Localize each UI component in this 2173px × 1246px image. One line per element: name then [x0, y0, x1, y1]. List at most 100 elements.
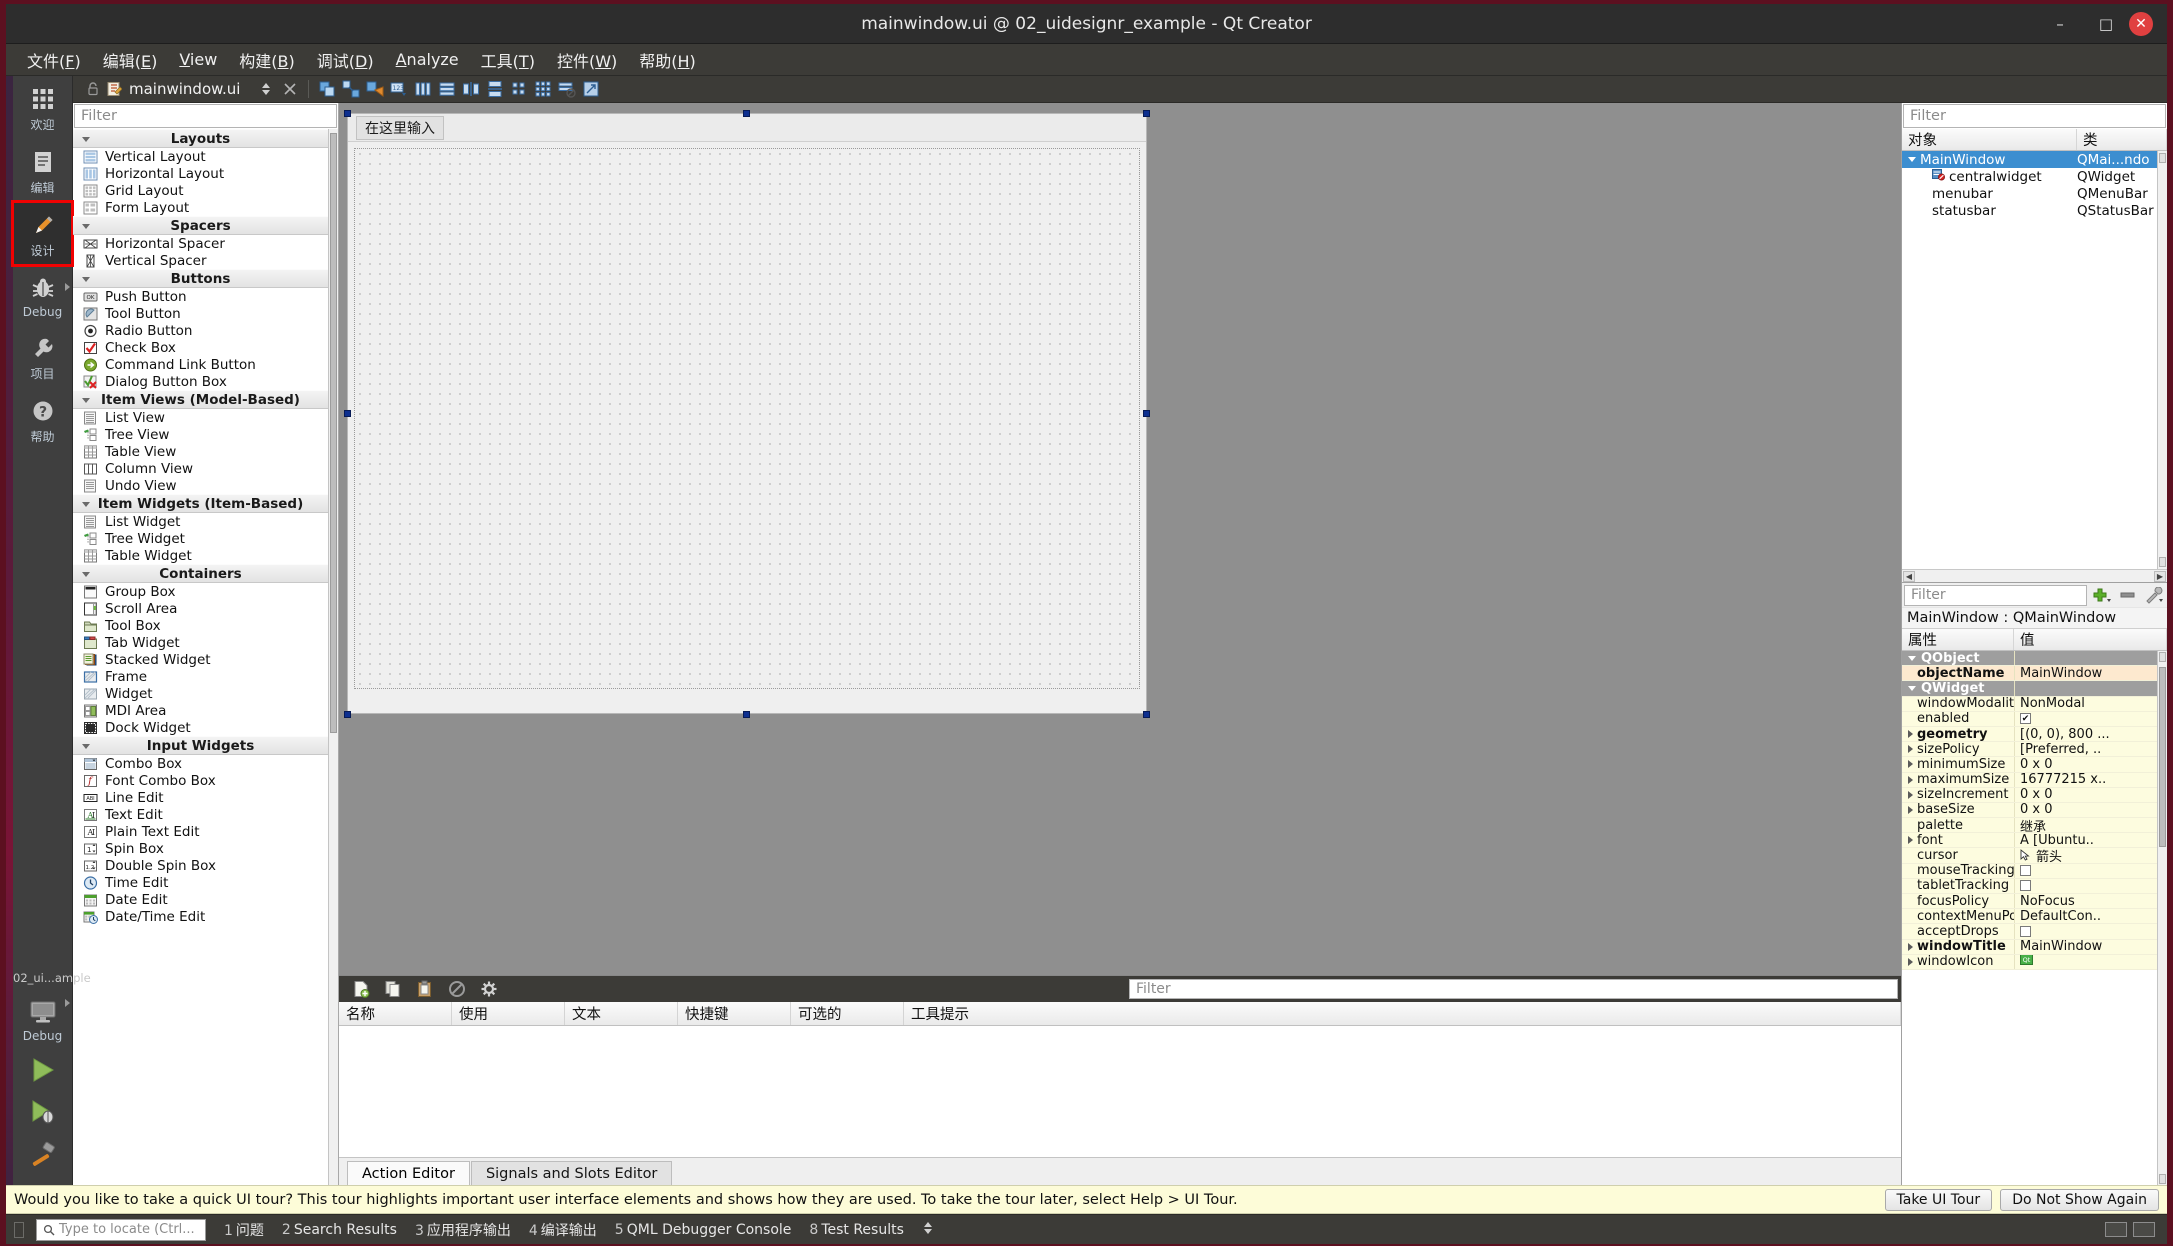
widget-item-horizontal-layout[interactable]: Horizontal Layout: [73, 165, 328, 182]
property-value-cell[interactable]: 0 x 0: [2014, 787, 2157, 802]
object-tree-scrollbar[interactable]: [2157, 151, 2167, 569]
property-row-acceptDrops[interactable]: acceptDrops: [1902, 924, 2157, 940]
property-row-QWidget[interactable]: QWidget: [1902, 681, 2157, 697]
form-centralwidget[interactable]: [354, 148, 1140, 689]
chevron-down-icon[interactable]: [1908, 157, 1916, 162]
property-editor-filter[interactable]: Filter: [1904, 584, 2087, 606]
mode-button-Debug[interactable]: Debug: [13, 265, 72, 325]
scroll-down-arrow[interactable]: [2159, 1174, 2166, 1184]
layout-splitter-horizontal-icon[interactable]: [460, 79, 482, 100]
action-column-header-0[interactable]: 名称: [339, 1002, 452, 1025]
scrollbar-thumb[interactable]: [330, 133, 337, 733]
edit-buddies-icon[interactable]: [364, 79, 386, 100]
paste-icon[interactable]: [414, 979, 436, 1000]
widget-item-vertical-layout[interactable]: Vertical Layout: [73, 148, 328, 165]
edit-action-icon[interactable]: [478, 979, 500, 1000]
menu-item-0[interactable]: 文件(F): [16, 44, 92, 76]
widget-item-stacked-widget[interactable]: Stacked Widget: [73, 651, 328, 668]
property-row-enabled[interactable]: enabled ✔: [1902, 711, 2157, 727]
widget-item-dock-widget[interactable]: Dock Widget: [73, 719, 328, 736]
widget-item-tree-widget[interactable]: Tree Widget: [73, 530, 328, 547]
widget-category-item-views-model-based[interactable]: Item Views (Model-Based): [73, 390, 328, 409]
sidebar-toggle-icon[interactable]: [14, 1221, 24, 1238]
chevron-down-icon[interactable]: [1908, 685, 1916, 691]
widget-item-horizontal-spacer[interactable]: Horizontal Spacer: [73, 235, 328, 252]
checkbox[interactable]: [2020, 925, 2031, 937]
chevron-right-icon[interactable]: [1908, 836, 1913, 845]
widget-item-tool-button[interactable]: Tool Button: [73, 305, 328, 322]
delete-icon[interactable]: [446, 979, 468, 1000]
resize-handle-middle-right[interactable]: [1143, 410, 1150, 417]
updown-arrow-icon[interactable]: [255, 79, 277, 100]
widget-box-scrollbar[interactable]: [328, 129, 338, 1185]
property-row-cursor[interactable]: cursor 箭头: [1902, 848, 2157, 864]
widget-category-containers[interactable]: Containers: [73, 564, 328, 583]
progress-details-icon[interactable]: [2105, 1222, 2127, 1237]
chevron-right-icon[interactable]: [1908, 957, 1913, 966]
object-tree-hscrollbar[interactable]: ◀ ▶: [1902, 569, 2167, 582]
widget-item-combo-box[interactable]: Combo Box: [73, 755, 328, 772]
column-header-property[interactable]: 属性: [1902, 629, 2014, 650]
output-pane--[interactable]: 1 问题: [224, 1220, 264, 1240]
menu-item-6[interactable]: 工具(T): [470, 44, 546, 76]
property-row-sizePolicy[interactable]: sizePolicy [Preferred, ..: [1902, 742, 2157, 758]
property-row-objectName[interactable]: objectName MainWindow: [1902, 666, 2157, 682]
resize-handle-top-right[interactable]: [1143, 110, 1150, 117]
property-value-cell[interactable]: 继承: [2014, 818, 2157, 833]
property-row-tabletTracking[interactable]: tabletTracking: [1902, 878, 2157, 894]
widget-category-item-widgets-item-based[interactable]: Item Widgets (Item-Based): [73, 494, 328, 513]
locator-input[interactable]: Type to locate (Ctrl...: [36, 1218, 206, 1241]
layout-vertically-icon[interactable]: [436, 79, 458, 100]
column-header-value[interactable]: 值: [2014, 629, 2167, 650]
menubar-placeholder[interactable]: 在这里输入: [356, 115, 444, 140]
widget-item-plain-text-edit[interactable]: A I Plain Text Edit: [73, 823, 328, 840]
property-value-cell[interactable]: NonModal: [2014, 696, 2157, 711]
action-column-header-4[interactable]: 可选的: [791, 1002, 904, 1025]
column-header-object[interactable]: 对象: [1902, 129, 2077, 150]
property-value-cell[interactable]: Qt: [2014, 954, 2157, 969]
output-pane--[interactable]: 3 应用程序输出: [415, 1220, 511, 1240]
property-row-contextMenuPo-[interactable]: contextMenuPo...DefaultCon..: [1902, 909, 2157, 925]
property-value-cell[interactable]: [2014, 681, 2157, 696]
property-value-cell[interactable]: [2014, 878, 2157, 893]
widget-item-command-link-button[interactable]: Command Link Button: [73, 356, 328, 373]
menu-item-8[interactable]: 帮助(H): [628, 44, 707, 76]
action-column-header-1[interactable]: 使用: [452, 1002, 565, 1025]
action-column-header-5[interactable]: 工具提示: [904, 1002, 1901, 1025]
property-row-QObject[interactable]: QObject: [1902, 651, 2157, 667]
hscroll-right-arrow[interactable]: ▶: [2154, 570, 2166, 582]
widget-item-double-spin-box[interactable]: 1.2 Double Spin Box: [73, 857, 328, 874]
scroll-up-arrow[interactable]: [2159, 652, 2166, 662]
property-value-cell[interactable]: MainWindow: [2014, 939, 2157, 954]
property-row-windowModality[interactable]: windowModality NonModal: [1902, 696, 2157, 712]
property-value-cell[interactable]: [(0, 0), 800 ...: [2014, 726, 2157, 742]
object-row-centralwidget[interactable]: centralwidget QWidget: [1902, 168, 2157, 185]
widget-item-line-edit[interactable]: ABI Line Edit: [73, 789, 328, 806]
widget-item-radio-button[interactable]: Radio Button: [73, 322, 328, 339]
property-editor-rows[interactable]: QObject objectName MainWindow QWidget window…: [1902, 651, 2157, 1185]
layout-splitter-vertical-icon[interactable]: [484, 79, 506, 100]
property-value-cell[interactable]: NoFocus: [2014, 894, 2157, 909]
scrollbar-thumb[interactable]: [2159, 667, 2166, 847]
action-editor-filter[interactable]: Filter: [1129, 979, 1898, 999]
layout-grid-icon[interactable]: [532, 79, 554, 100]
form-menubar[interactable]: 在这里输入: [348, 114, 1146, 142]
property-editor-scrollbar[interactable]: [2157, 651, 2167, 1185]
take-ui-tour-button[interactable]: Take UI Tour: [1884, 1188, 1993, 1211]
build-button[interactable]: [6, 1133, 72, 1175]
widget-item-date-edit[interactable]: Date Edit: [73, 891, 328, 908]
menu-bar[interactable]: 文件(F) 编辑(E) View 构建(B) 调试(D) Analyze 工具(T) 控件(W…: [6, 44, 2167, 76]
hscroll-left-arrow[interactable]: ◀: [1903, 570, 1915, 582]
chevron-right-icon[interactable]: [1908, 775, 1913, 784]
widget-category-input-widgets[interactable]: Input Widgets: [73, 736, 328, 755]
menu-item-3[interactable]: 构建(B): [228, 44, 305, 76]
output-pane-test-results[interactable]: 8 Test Results: [809, 1222, 904, 1238]
property-row-maximumSize[interactable]: maximumSize 16777215 x..: [1902, 772, 2157, 788]
adjust-size-icon[interactable]: [580, 79, 602, 100]
checkbox[interactable]: [2020, 880, 2031, 892]
resize-handle-middle-left[interactable]: [344, 410, 351, 417]
object-row-MainWindow[interactable]: MainWindow QMai...ndo: [1902, 151, 2157, 168]
mode-button-项目[interactable]: 项目: [13, 325, 72, 388]
widget-item-tree-view[interactable]: Tree View: [73, 426, 328, 443]
property-value-cell[interactable]: MainWindow: [2014, 666, 2157, 681]
